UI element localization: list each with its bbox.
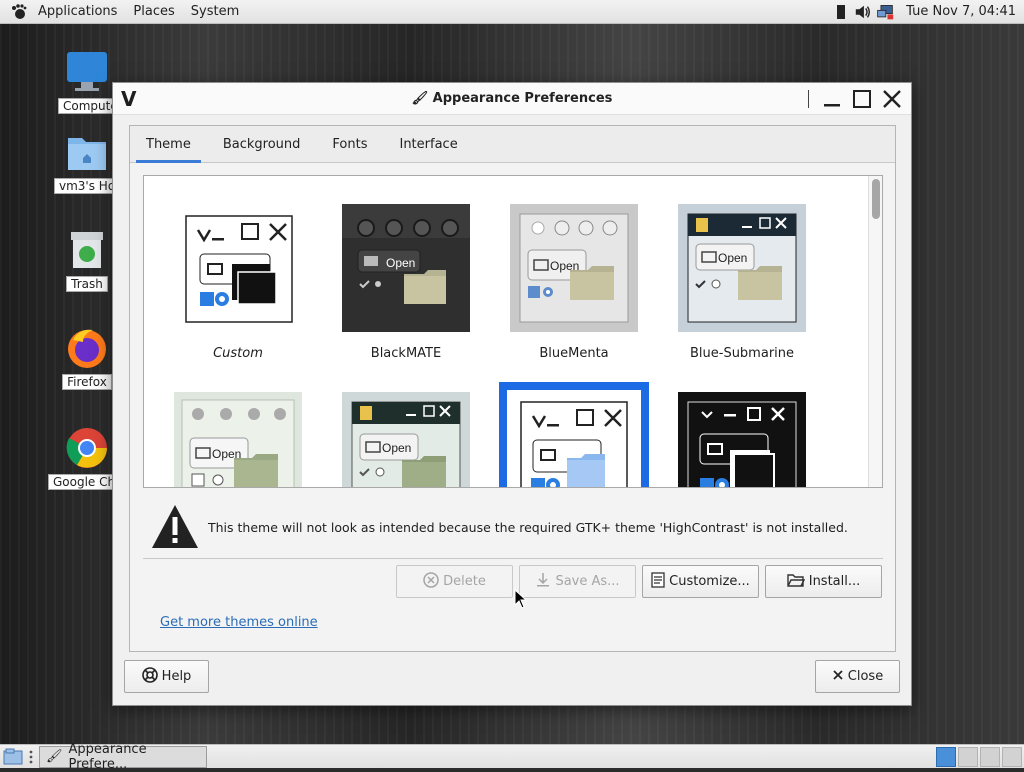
theme-thumbnail [678,392,806,487]
workspace-3[interactable] [980,746,1000,767]
theme-item-custom[interactable]: Custom [168,204,308,361]
tab-fonts[interactable]: Fonts [316,126,383,162]
workspace-4[interactable] [1002,746,1022,767]
theme-thumbnail [499,382,649,487]
theme-thumbnail: Open [342,204,470,332]
workspace-1[interactable] [936,746,956,767]
warning-icon [150,502,200,552]
theme-thumbnail: Open [174,392,302,487]
theme-list[interactable]: Custom Open BlackMATE Open BlueMenta Ope… [143,175,883,488]
theme-thumbnail: Open [510,204,638,332]
help-button[interactable]: Help [124,660,209,693]
top-panel: Applications Places System Tue Nov 7, 04… [0,0,1024,24]
theme-thumbnail: Open [678,204,806,332]
theme-thumbnail: Open [342,392,470,487]
thumb-open-text: Open [382,441,411,455]
customize-button[interactable]: Customize... [642,565,759,598]
theme-item-selected[interactable] [498,382,650,487]
tab-bar: Theme Background Fonts Interface [130,126,895,163]
close-window-button[interactable] [879,86,905,112]
theme-item-blackmate[interactable]: Open BlackMATE [336,204,476,361]
chrome-icon [65,426,109,470]
network-icon[interactable] [876,3,894,21]
workspace-2[interactable] [958,746,978,767]
theme-thumbnail [174,204,302,332]
theme-name: Custom [213,346,263,361]
gnome-foot-icon[interactable] [8,3,30,21]
trash-icon [65,228,109,272]
window-title: 🖌 Appearance Preferences [411,91,613,106]
appearance-preferences-window: V 🖌 Appearance Preferences Theme Backgro… [112,82,912,706]
document-icon [651,571,665,592]
theme-warning: This theme will not look as intended bec… [150,501,870,553]
close-icon [832,669,844,685]
scrollbar-thumb[interactable] [872,179,880,219]
save-as-button[interactable]: Save As... [519,565,636,598]
menu-applications[interactable]: Applications [30,4,125,19]
maximize-button[interactable] [849,86,875,112]
keyboard-indicator-icon[interactable] [832,3,850,21]
bottom-panel: 🖌 Appearance Prefere... [0,742,1024,772]
theme-name: BlueMenta [539,346,609,361]
desktop-icon-label: vm3's Home [54,178,120,194]
theme-item-bluementa[interactable]: Open BlueMenta [504,204,644,361]
close-button[interactable]: Close [815,660,900,693]
titlebar-separator [808,89,809,108]
desktop-icon-label: Computer [58,98,116,114]
tab-background[interactable]: Background [207,126,317,162]
theme-name: BlackMATE [370,346,442,361]
delete-button[interactable]: Delete [396,565,513,598]
desktop-icon-label: Trash [66,276,108,292]
theme-item-row2-2[interactable]: Open [336,392,476,487]
preferences-notebook: Theme Background Fonts Interface Custom … [129,125,896,652]
theme-item-row2-4[interactable] [672,392,812,487]
tab-theme[interactable]: Theme [130,126,207,163]
thumb-open-text: Open [386,256,415,270]
theme-item-blue-submarine[interactable]: Open Blue-Submarine [672,204,812,361]
theme-name: Blue-Submarine [689,346,795,361]
clock[interactable]: Tue Nov 7, 04:41 [906,4,1016,19]
title-bar[interactable]: V 🖌 Appearance Preferences [113,83,911,115]
install-button[interactable]: Install... [765,565,882,598]
appearance-icon: 🖌 [411,91,429,106]
firefox-icon [65,326,109,370]
window-menu-icon[interactable]: V [121,87,149,111]
workspace-switcher [936,746,1022,767]
computer-icon [65,50,109,94]
menu-system[interactable]: System [183,4,247,19]
folder-open-icon [787,572,805,592]
thumb-open-text: Open [718,251,747,265]
theme-list-scrollbar[interactable] [868,176,882,487]
tab-interface[interactable]: Interface [383,126,473,162]
home-folder-icon [65,130,109,174]
show-desktop-icon[interactable] [3,748,23,766]
appearance-icon: 🖌 [46,749,63,764]
mouse-cursor-icon [514,588,528,613]
speaker-icon[interactable] [854,3,872,21]
desktop-icon-label: Firefox [62,374,112,390]
warning-text: This theme will not look as intended bec… [208,519,848,535]
theme-item-row2-1[interactable]: Open [168,392,308,487]
separator [143,558,883,559]
delete-icon [423,571,439,592]
get-more-themes-link[interactable]: Get more themes online [160,615,318,630]
minimize-button[interactable] [819,86,845,112]
download-icon [535,572,551,592]
menu-places[interactable]: Places [125,4,182,19]
taskbar-item-appearance[interactable]: 🖌 Appearance Prefere... [39,742,207,772]
help-icon [141,666,158,687]
panel-handle [29,749,33,765]
